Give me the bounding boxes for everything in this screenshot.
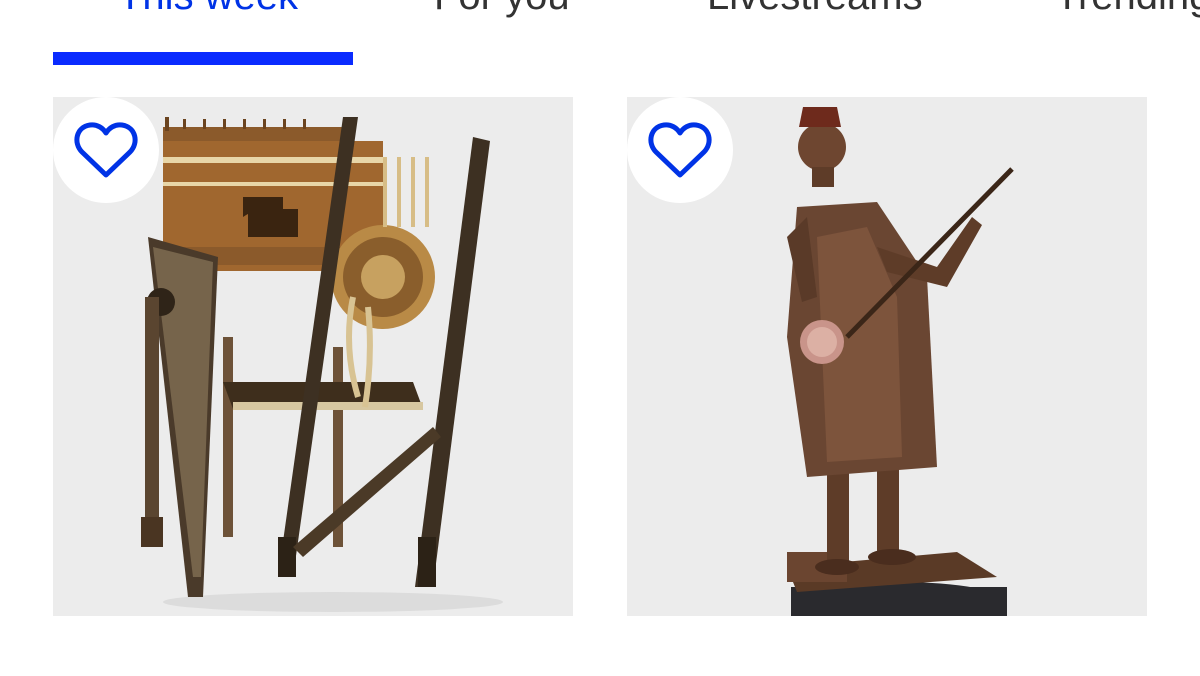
- lot-card[interactable]: [627, 97, 1147, 616]
- tab-livestreams[interactable]: Livestreams: [707, 0, 923, 16]
- active-tab-indicator: [53, 52, 353, 65]
- tab-for-you[interactable]: For you: [434, 0, 570, 16]
- tab-trending[interactable]: Trending: [1055, 0, 1200, 16]
- heart-outline-icon: [648, 122, 712, 178]
- favorite-button[interactable]: [627, 97, 733, 203]
- heart-outline-icon: [74, 122, 138, 178]
- lot-card[interactable]: [53, 97, 573, 616]
- tab-this-week[interactable]: This week: [118, 0, 298, 16]
- tab-bar: This week For you Livestreams Trending: [0, 0, 1200, 70]
- favorite-button[interactable]: [53, 97, 159, 203]
